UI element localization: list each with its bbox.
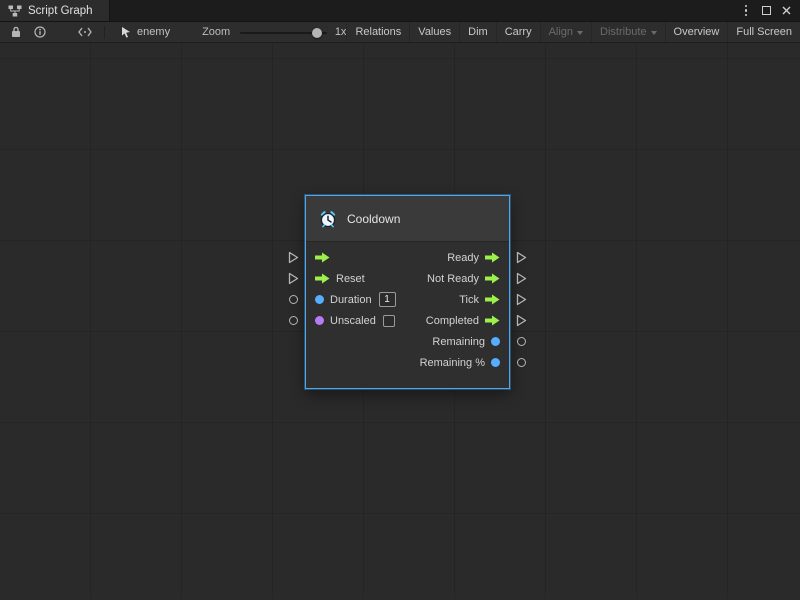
maximize-icon[interactable]	[757, 2, 775, 20]
tab-script-graph[interactable]: Script Graph	[0, 0, 110, 21]
flow-output-port-icon[interactable]	[485, 315, 500, 326]
values-button[interactable]: Values	[409, 22, 459, 42]
port-label: Duration	[330, 294, 372, 306]
input-port-row-unscaled: Unscaled	[306, 310, 405, 331]
alarm-clock-icon	[318, 209, 338, 229]
output-port-row-remaining-pct: Remaining %	[411, 352, 509, 373]
float-output-port-icon[interactable]	[491, 358, 500, 367]
port-label: Completed	[426, 315, 479, 327]
zoom-slider-knob[interactable]	[312, 28, 322, 38]
output-port-row-completed: Completed	[411, 310, 509, 331]
toolbar-buttons: Relations Values Dim Carry Align Distrib…	[346, 22, 800, 42]
value-output-connector[interactable]	[517, 358, 526, 367]
carry-button[interactable]: Carry	[496, 22, 540, 42]
input-port-row-reset: Reset	[306, 268, 405, 289]
menu-icon[interactable]	[737, 2, 755, 20]
code-icon[interactable]	[75, 22, 95, 42]
info-icon[interactable]	[30, 22, 50, 42]
value-input-connector[interactable]	[289, 316, 298, 325]
align-button[interactable]: Align	[540, 22, 591, 42]
port-label: Not Ready	[427, 273, 479, 285]
port-label: Remaining %	[420, 357, 485, 369]
output-port-row-not-ready: Not Ready	[411, 268, 509, 289]
flow-input-port-icon[interactable]	[315, 273, 330, 284]
flow-output-connector[interactable]	[516, 272, 527, 285]
port-label: Tick	[459, 294, 479, 306]
pointer-icon	[120, 26, 132, 38]
input-ports: Reset Duration 1 Unscaled	[306, 247, 405, 373]
zoom-slider[interactable]	[240, 22, 327, 42]
graph-canvas[interactable]: Cooldown Reset Dur	[0, 43, 800, 599]
value-input-connector[interactable]	[289, 295, 298, 304]
titlebar: Script Graph	[0, 0, 800, 22]
graph-breadcrumb[interactable]: enemy	[114, 22, 176, 42]
float-output-port-icon[interactable]	[491, 337, 500, 346]
port-label: Reset	[336, 273, 365, 285]
output-port-row-tick: Tick	[411, 289, 509, 310]
flow-output-port-icon[interactable]	[485, 294, 500, 305]
cooldown-node[interactable]: Cooldown Reset Dur	[305, 195, 510, 389]
flow-output-port-icon[interactable]	[485, 273, 500, 284]
zoom-label: Zoom	[202, 26, 230, 38]
flow-input-connector[interactable]	[288, 272, 299, 285]
port-label: Ready	[447, 252, 479, 264]
graph-name: enemy	[137, 26, 170, 38]
chevron-down-icon	[577, 31, 583, 35]
port-label: Unscaled	[330, 315, 376, 327]
node-title: Cooldown	[347, 212, 400, 226]
value-output-connector[interactable]	[517, 337, 526, 346]
full-screen-button[interactable]: Full Screen	[727, 22, 800, 42]
flow-input-connector[interactable]	[288, 251, 299, 264]
node-header[interactable]: Cooldown	[306, 196, 509, 242]
lock-icon[interactable]	[6, 22, 26, 42]
zoom-value: 1x	[335, 26, 347, 38]
node-body: Reset Duration 1 Unscaled Ready	[306, 242, 509, 388]
output-port-row-ready: Ready	[411, 247, 509, 268]
dim-button[interactable]: Dim	[459, 22, 496, 42]
toolbar-separator	[104, 26, 105, 39]
close-icon[interactable]	[777, 2, 795, 20]
window-controls	[737, 0, 800, 21]
output-ports: Ready Not Ready Tick	[411, 247, 509, 373]
flow-output-connector[interactable]	[516, 293, 527, 306]
port-label: Remaining	[432, 336, 485, 348]
output-port-row-remaining: Remaining	[411, 331, 509, 352]
distribute-button[interactable]: Distribute	[591, 22, 664, 42]
duration-value-field[interactable]: 1	[379, 292, 396, 307]
graph-toolbar: enemy Zoom 1x Relations Values Dim Carry…	[0, 22, 800, 43]
relations-button[interactable]: Relations	[346, 22, 409, 42]
input-port-row-enter	[306, 247, 405, 268]
input-port-row-duration: Duration 1	[306, 289, 405, 310]
flow-input-port-icon[interactable]	[315, 252, 330, 263]
flow-output-connector[interactable]	[516, 251, 527, 264]
flow-output-connector[interactable]	[516, 314, 527, 327]
overview-button[interactable]: Overview	[665, 22, 728, 42]
flow-output-port-icon[interactable]	[485, 252, 500, 263]
tab-title: Script Graph	[28, 5, 93, 17]
unscaled-checkbox[interactable]	[383, 315, 395, 327]
script-graph-icon	[8, 5, 22, 17]
bool-input-port-icon[interactable]	[315, 316, 324, 325]
float-input-port-icon[interactable]	[315, 295, 324, 304]
chevron-down-icon	[651, 31, 657, 35]
